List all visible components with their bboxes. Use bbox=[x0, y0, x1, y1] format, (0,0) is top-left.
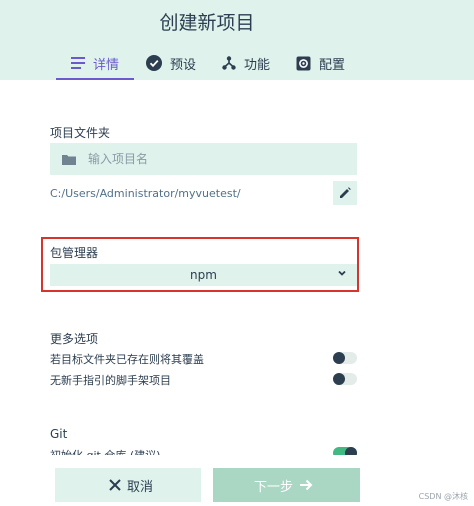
tab-presets[interactable]: 预设 bbox=[146, 48, 196, 78]
cancel-label: 取消 bbox=[126, 479, 153, 495]
toggle-knob bbox=[345, 447, 357, 455]
overwrite-toggle[interactable] bbox=[333, 352, 357, 364]
no-guide-toggle[interactable] bbox=[333, 373, 357, 385]
tab-details[interactable]: 详情 bbox=[56, 48, 134, 80]
tab-label: 配置 bbox=[319, 57, 346, 73]
tab-features[interactable]: 功能 bbox=[222, 48, 270, 78]
project-folder-label: 项目文件夹 bbox=[50, 126, 111, 140]
project-name-field[interactable] bbox=[50, 143, 357, 175]
no-guide-option-label: 无新手指引的脚手架项目 bbox=[50, 374, 171, 387]
next-label: 下一步 bbox=[253, 479, 293, 495]
close-icon bbox=[109, 479, 121, 491]
arrow-right-icon bbox=[300, 479, 313, 491]
project-name-input[interactable] bbox=[86, 151, 340, 167]
tab-config[interactable]: 配置 bbox=[296, 48, 345, 78]
tab-label: 详情 bbox=[92, 57, 119, 73]
git-init-toggle[interactable] bbox=[333, 447, 357, 455]
tab-label: 功能 bbox=[244, 57, 271, 73]
git-label: Git bbox=[50, 427, 68, 441]
page-title: 创建新项目 bbox=[159, 12, 255, 34]
form-content[interactable]: 项目文件夹 C:/Users/Administrator/myvuetest/ … bbox=[0, 80, 474, 455]
edit-path-button[interactable] bbox=[333, 181, 357, 205]
chevron-down-icon bbox=[338, 270, 346, 276]
cancel-button[interactable]: 取消 bbox=[55, 468, 201, 502]
project-path: C:/Users/Administrator/myvuetest/ bbox=[50, 187, 241, 200]
gear-icon bbox=[296, 56, 311, 70]
check-circle-icon bbox=[146, 55, 162, 71]
list-icon bbox=[70, 57, 85, 69]
overwrite-option-label: 若目标文件夹已存在则将其覆盖 bbox=[50, 353, 204, 366]
tab-label: 预设 bbox=[170, 57, 197, 73]
toggle-knob bbox=[333, 352, 345, 364]
package-manager-value: npm bbox=[190, 268, 217, 282]
git-init-label: 初始化 git 仓库 (建议) bbox=[50, 447, 160, 455]
pencil-icon bbox=[340, 187, 351, 198]
watermark: CSDN @沐核 bbox=[418, 492, 468, 501]
package-manager-label: 包管理器 bbox=[50, 246, 99, 260]
tab-bar: 详情 预设 功能 配置 bbox=[0, 48, 474, 80]
footer: 取消 下一步 CSDN @沐核 bbox=[0, 455, 474, 506]
folder-icon bbox=[62, 154, 76, 165]
toggle-knob bbox=[333, 373, 345, 385]
next-button[interactable]: 下一步 bbox=[213, 468, 360, 502]
more-options-label: 更多选项 bbox=[50, 332, 99, 346]
package-manager-select[interactable]: npm bbox=[50, 264, 357, 286]
tree-icon bbox=[222, 56, 236, 70]
header: 创建新项目 详情 预设 功能 配置 bbox=[0, 0, 474, 80]
